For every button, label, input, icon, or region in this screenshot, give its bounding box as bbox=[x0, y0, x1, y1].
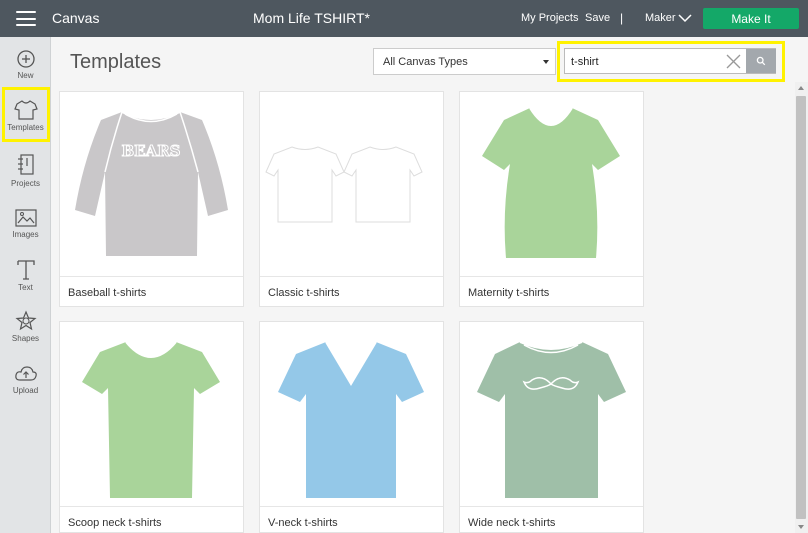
topbar-separator: | bbox=[620, 11, 624, 25]
classic-tshirt-thumbnail bbox=[265, 146, 423, 223]
document-title: Mom Life TSHIRT* bbox=[253, 10, 370, 26]
save-link[interactable]: Save bbox=[585, 12, 610, 24]
template-card-classic[interactable]: Classic t-shirts bbox=[259, 91, 444, 307]
left-sidebar: New Templates Projects Images Text Shape… bbox=[0, 37, 51, 533]
template-search-box bbox=[564, 48, 776, 74]
template-label: Wide neck t-shirts bbox=[468, 517, 556, 529]
chevron-down-icon[interactable] bbox=[678, 13, 692, 23]
sidebar-label-projects: Projects bbox=[11, 179, 40, 188]
app-title: Canvas bbox=[52, 10, 100, 26]
make-it-button[interactable]: Make It bbox=[703, 8, 799, 29]
scroll-thumb[interactable] bbox=[796, 96, 806, 519]
card-divider bbox=[60, 276, 243, 277]
template-card-baseball[interactable]: BEARS Baseball t-shirts bbox=[59, 91, 244, 307]
v-neck-tshirt-thumbnail bbox=[278, 341, 424, 498]
sidebar-item-shapes[interactable]: Shapes bbox=[0, 310, 51, 343]
search-icon bbox=[756, 56, 766, 66]
sidebar-label-upload: Upload bbox=[12, 386, 39, 395]
template-card-scoop-neck[interactable]: Scoop neck t-shirts bbox=[59, 321, 244, 533]
sidebar-label-shapes: Shapes bbox=[11, 334, 40, 343]
sidebar-item-templates[interactable]: Templates bbox=[0, 99, 51, 132]
template-label: Scoop neck t-shirts bbox=[68, 517, 162, 529]
template-card-v-neck[interactable]: V-neck t-shirts bbox=[259, 321, 444, 533]
sidebar-item-projects[interactable]: Projects bbox=[0, 153, 51, 188]
shapes-icon bbox=[14, 310, 37, 331]
card-divider bbox=[260, 506, 443, 507]
plus-circle-icon bbox=[16, 50, 35, 68]
template-card-maternity[interactable]: Maternity t-shirts bbox=[459, 91, 644, 307]
card-divider bbox=[460, 506, 643, 507]
template-label: Classic t-shirts bbox=[268, 287, 340, 299]
scroll-up-arrow-icon[interactable] bbox=[798, 86, 804, 90]
tshirt-icon bbox=[13, 100, 38, 120]
template-label: Baseball t-shirts bbox=[68, 287, 147, 299]
notebook-icon bbox=[17, 154, 34, 175]
image-icon bbox=[14, 209, 37, 227]
sidebar-label-text: Text bbox=[18, 283, 33, 292]
scoop-neck-tshirt-thumbnail bbox=[82, 341, 220, 498]
sidebar-label-new: New bbox=[17, 71, 34, 80]
search-button[interactable] bbox=[746, 49, 776, 73]
bears-print-text: BEARS bbox=[121, 142, 180, 160]
baseball-tshirt-thumbnail: BEARS bbox=[75, 111, 228, 256]
cloud-upload-icon bbox=[14, 366, 37, 381]
my-projects-link[interactable]: My Projects bbox=[521, 12, 578, 24]
card-divider bbox=[460, 276, 643, 277]
template-label: V-neck t-shirts bbox=[268, 517, 338, 529]
canvas-type-value: All Canvas Types bbox=[383, 56, 468, 68]
scroll-down-arrow-icon[interactable] bbox=[798, 525, 804, 529]
card-divider bbox=[260, 276, 443, 277]
card-divider bbox=[60, 506, 243, 507]
sidebar-item-images[interactable]: Images bbox=[0, 208, 51, 239]
vertical-scrollbar[interactable] bbox=[795, 82, 808, 533]
machine-selector[interactable]: Maker bbox=[645, 12, 676, 24]
maternity-tshirt-thumbnail bbox=[482, 107, 620, 258]
template-label: Maternity t-shirts bbox=[468, 287, 550, 299]
caret-down-icon bbox=[543, 60, 549, 64]
text-icon bbox=[16, 260, 35, 280]
page-title: Templates bbox=[70, 51, 162, 73]
sidebar-item-upload[interactable]: Upload bbox=[0, 364, 51, 395]
top-bar: Canvas Mom Life TSHIRT* My Projects Save… bbox=[0, 0, 808, 37]
sidebar-item-text[interactable]: Text bbox=[0, 259, 51, 292]
sidebar-label-images: Images bbox=[12, 230, 39, 239]
sidebar-label-templates: Templates bbox=[7, 123, 44, 132]
wide-neck-tshirt-thumbnail bbox=[477, 341, 626, 498]
template-card-wide-neck[interactable]: Wide neck t-shirts bbox=[459, 321, 644, 533]
search-input[interactable] bbox=[571, 53, 721, 70]
clear-icon[interactable] bbox=[725, 53, 742, 70]
sidebar-item-new[interactable]: New bbox=[0, 49, 51, 80]
hamburger-menu-icon[interactable] bbox=[16, 11, 36, 26]
canvas-type-select[interactable]: All Canvas Types bbox=[373, 48, 556, 75]
